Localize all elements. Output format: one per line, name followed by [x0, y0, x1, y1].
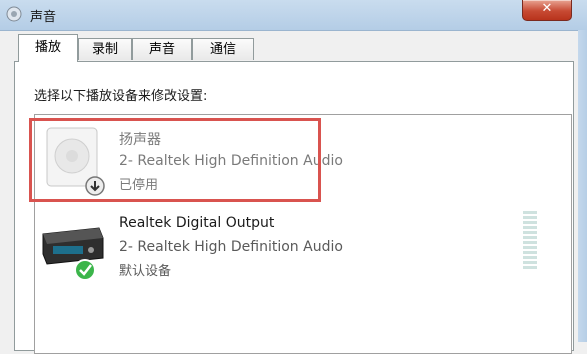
tab-communications[interactable]: 通信	[192, 38, 254, 60]
tab-playback[interactable]: 播放	[18, 34, 78, 62]
window-frame	[578, 30, 587, 342]
title-bar: 声音 ✕	[0, 0, 587, 31]
tab-sounds[interactable]: 声音	[132, 38, 192, 60]
tab-recording[interactable]: 录制	[78, 38, 132, 60]
device-digital-output[interactable]: Realtek Digital Output 2- Realtek High D…	[35, 203, 571, 289]
highlight-annotation	[29, 118, 321, 202]
window-title: 声音	[30, 10, 57, 25]
device-status: 默认设备	[119, 264, 172, 279]
close-button[interactable]: ✕	[522, 0, 572, 21]
sound-icon	[6, 6, 22, 22]
instruction-label: 选择以下播放设备来修改设置:	[34, 89, 208, 104]
device-name: Realtek Digital Output	[119, 215, 275, 231]
device-description: 2- Realtek High Definition Audio	[119, 239, 343, 255]
volume-level-meter	[523, 211, 537, 269]
digital-output-icon	[42, 227, 104, 281]
